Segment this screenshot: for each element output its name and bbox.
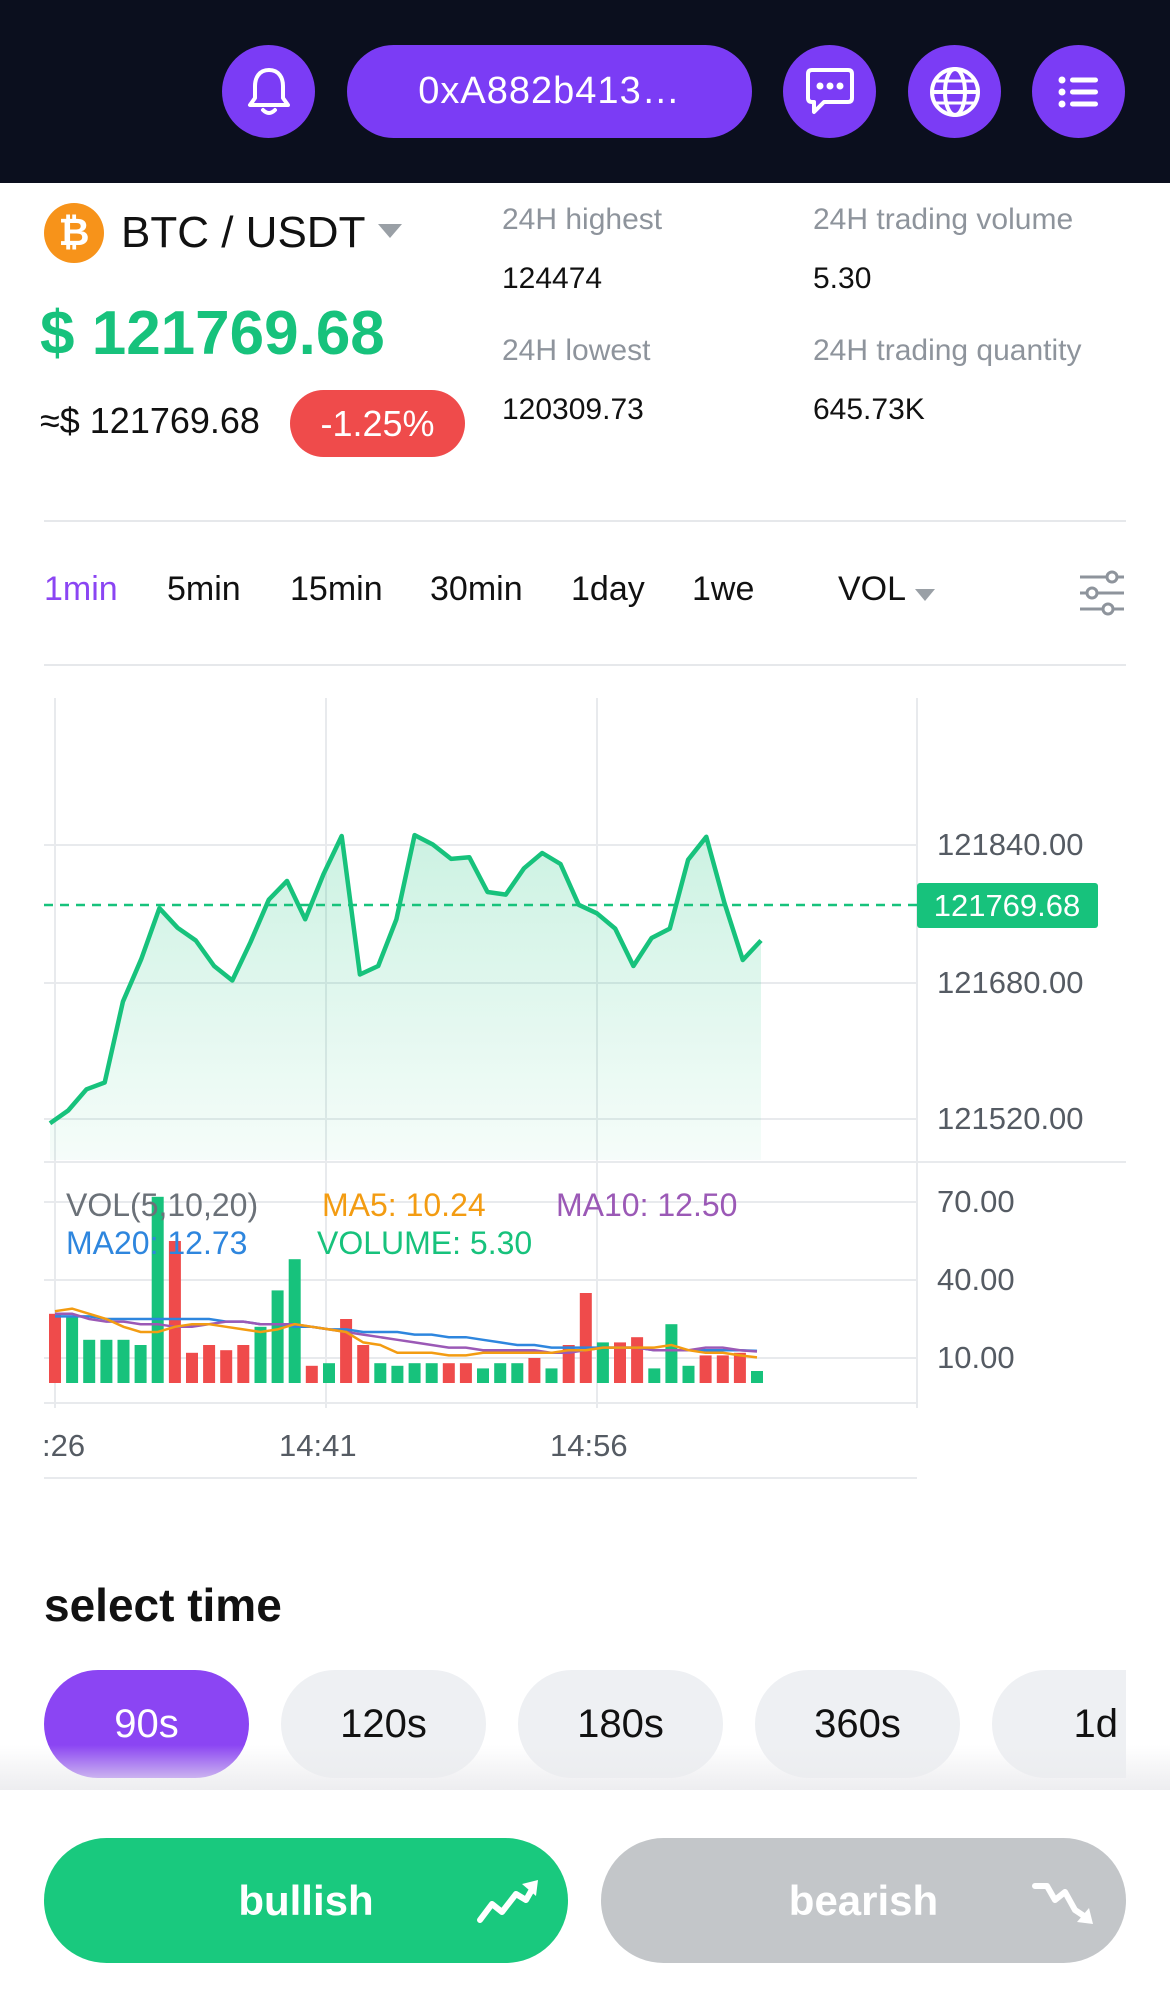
volume-bar <box>425 1363 438 1383</box>
volume-bar <box>631 1337 644 1383</box>
current-price-label: 121769.68 <box>934 888 1081 923</box>
volume-legend-value: VOLUME: 5.30 <box>317 1225 532 1261</box>
divider <box>44 664 1126 666</box>
chat-icon <box>805 67 854 114</box>
volume-bar <box>66 1316 79 1383</box>
volume-bar <box>288 1259 301 1383</box>
bullish-label: bullish <box>238 1876 374 1924</box>
volume-bar <box>494 1363 507 1383</box>
volume-bar <box>186 1352 198 1383</box>
volume-bar <box>117 1339 130 1383</box>
select-time-title: select time <box>44 1579 282 1631</box>
volume-legend: VOL(5,10,20) MA5: 10.24 MA10: 12.50 MA20… <box>66 1187 737 1261</box>
tab-1week[interactable]: 1we <box>692 570 754 609</box>
bullish-button[interactable]: bullish <box>44 1838 568 1963</box>
chart-settings-button[interactable] <box>1078 570 1126 621</box>
volume-bar <box>733 1352 746 1383</box>
messages-button[interactable] <box>783 45 876 138</box>
volume-bar <box>83 1339 96 1383</box>
ma5-legend: MA5: 10.24 <box>322 1187 486 1223</box>
volume-bar <box>203 1345 216 1383</box>
ma20-legend: MA20: 12.73 <box>66 1225 247 1261</box>
ma10-legend: MA10: 12.50 <box>556 1187 737 1223</box>
volume-bar <box>391 1365 404 1383</box>
volume-bar <box>716 1355 729 1383</box>
volume-tick-label: 40.00 <box>937 1262 1015 1297</box>
quantity-value: 645.73K <box>813 393 925 426</box>
volume-bar <box>271 1290 284 1383</box>
trading-pair-selector[interactable]: BTC / USDT <box>121 203 365 263</box>
volume-bar <box>545 1368 558 1383</box>
menu-button[interactable] <box>1032 45 1125 138</box>
volume-bar <box>751 1371 763 1383</box>
chevron-down-icon[interactable] <box>378 224 402 238</box>
settings-sliders-icon <box>1080 570 1124 616</box>
volume-bar <box>220 1350 233 1383</box>
notification-button[interactable] <box>222 45 315 138</box>
scroll-fade <box>0 1745 1170 1790</box>
tab-15min[interactable]: 15min <box>290 570 383 609</box>
trend-down-icon <box>1032 1883 1093 1924</box>
language-button[interactable] <box>908 45 1001 138</box>
chevron-down-icon[interactable] <box>915 589 935 601</box>
volume-bar <box>477 1368 489 1383</box>
indicator-select[interactable]: VOL <box>838 570 906 609</box>
time-tick-label: :26 <box>42 1428 85 1463</box>
high-value: 124474 <box>502 262 603 295</box>
wallet-address-button[interactable]: 0xA882b413… <box>347 45 752 138</box>
volume-bar <box>357 1345 370 1383</box>
volume-bar <box>442 1363 455 1383</box>
volume-value: 5.30 <box>813 262 872 295</box>
volume-bar <box>648 1368 661 1383</box>
quantity-label: 24H trading quantity <box>813 334 1082 367</box>
volume-bar <box>49 1313 61 1383</box>
time-tick-label: 14:56 <box>550 1428 628 1463</box>
price-chart[interactable]: 121840.00 121680.00 121520.00 70.00 40.0… <box>0 680 1170 1500</box>
trend-up-icon <box>477 1880 538 1923</box>
bitcoin-icon: ₿ <box>44 203 104 263</box>
volume-bar <box>374 1363 387 1383</box>
bearish-label: bearish <box>788 1876 939 1924</box>
volume-bar <box>459 1363 472 1383</box>
low-value: 120309.73 <box>502 393 644 426</box>
divider <box>44 520 1126 522</box>
volume-bar <box>699 1355 712 1383</box>
volume-bar <box>305 1365 318 1383</box>
volume-tick-label: 70.00 <box>937 1184 1015 1219</box>
globe-icon <box>929 66 980 117</box>
price-tick-label: 121680.00 <box>937 965 1084 1000</box>
volume-bar <box>665 1324 678 1383</box>
vol-legend-title: VOL(5,10,20) <box>66 1187 258 1223</box>
tab-1day[interactable]: 1day <box>571 570 645 609</box>
tab-5min[interactable]: 5min <box>167 570 241 609</box>
menu-list-icon <box>1058 76 1098 107</box>
price-tick-label: 121520.00 <box>937 1101 1084 1136</box>
volume-bar <box>323 1363 335 1383</box>
bell-icon <box>247 67 290 115</box>
approx-price: ≈$ 121769.68 <box>40 400 260 441</box>
volume-bar <box>134 1345 147 1383</box>
low-label: 24H lowest <box>502 334 651 367</box>
volume-bar <box>168 1241 181 1383</box>
volume-label: 24H trading volume <box>813 203 1074 236</box>
volume-bar <box>408 1363 421 1383</box>
volume-bar <box>511 1363 524 1383</box>
current-price: $ 121769.68 <box>40 299 385 368</box>
volume-bar <box>237 1345 250 1383</box>
tab-30min[interactable]: 30min <box>430 570 523 609</box>
high-label: 24H highest <box>502 203 663 236</box>
volume-bar <box>579 1293 592 1383</box>
volume-bar <box>254 1326 267 1383</box>
price-tick-label: 121840.00 <box>937 827 1084 862</box>
volume-bar <box>528 1358 541 1383</box>
volume-bar <box>682 1365 695 1383</box>
price-change-badge: -1.25% <box>290 390 465 457</box>
time-tick-label: 14:41 <box>279 1428 357 1463</box>
top-navigation-bar: 0xA882b413… <box>0 0 1170 183</box>
bearish-button[interactable]: bearish <box>601 1838 1126 1963</box>
volume-bar <box>100 1339 113 1383</box>
tab-1min[interactable]: 1min <box>44 570 118 609</box>
volume-tick-label: 10.00 <box>937 1340 1015 1375</box>
